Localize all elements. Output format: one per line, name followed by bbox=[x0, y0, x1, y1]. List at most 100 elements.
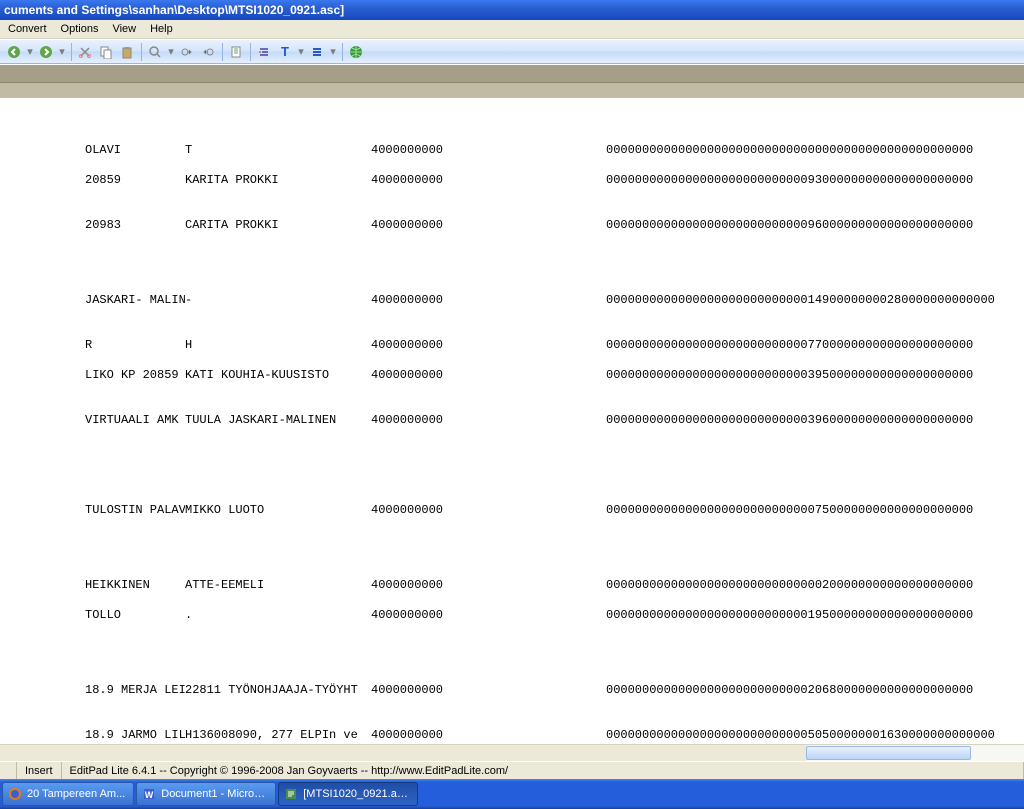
forward-icon[interactable] bbox=[36, 42, 56, 62]
cell-c3: 4000000000 bbox=[371, 683, 606, 698]
paragraph-dropdown-icon[interactable]: ▾ bbox=[328, 42, 338, 62]
text-line bbox=[0, 308, 1024, 323]
text-line bbox=[0, 713, 1024, 728]
text-dropdown-icon[interactable]: ▾ bbox=[296, 42, 306, 62]
window-titlebar: cuments and Settings\sanhan\Desktop\MTSI… bbox=[0, 0, 1024, 20]
highlighted-row[interactable]: MANNI EEVAERASMUS40000000000000000000000… bbox=[0, 83, 1024, 98]
cell-c1: OLAVI bbox=[0, 143, 185, 158]
cell-c2: 22811 TYÖNOHJAAJA-TYÖYHT bbox=[185, 683, 371, 698]
text-editor-area[interactable]: OLAVIT4000000000000000000000000000000000… bbox=[0, 98, 1024, 744]
text-line bbox=[0, 353, 1024, 368]
toolbar: ▾ ▾ ▾ T ▾ ▾ bbox=[0, 39, 1024, 64]
cut-icon[interactable] bbox=[75, 42, 95, 62]
status-mode: Insert bbox=[17, 762, 62, 780]
text-line bbox=[0, 233, 1024, 248]
text-line: LIKO KP 20859KATI KOUHIA-KUUSISTO4000000… bbox=[0, 368, 1024, 383]
tab-bar bbox=[0, 64, 1024, 83]
cell-c3: 4000000000 bbox=[371, 413, 606, 428]
cell-c2: MIKKO LUOTO bbox=[185, 503, 371, 518]
scrollbar-track[interactable] bbox=[806, 745, 1024, 761]
cell-c3: 4000000000 bbox=[371, 293, 606, 308]
text-line bbox=[0, 458, 1024, 473]
text-tool-icon[interactable]: T bbox=[275, 42, 295, 62]
cell-c1: TOLLO bbox=[0, 608, 185, 623]
find-prev-icon[interactable] bbox=[177, 42, 197, 62]
taskbar-item-1[interactable]: 20 Tampereen Am... bbox=[2, 782, 134, 806]
cell-c1: JASKARI- MALINEN bbox=[0, 293, 185, 308]
cell-c1: 18.9 JARMO LILJA, HEINO bbox=[0, 728, 185, 743]
cell-c3: 4000000000 bbox=[371, 503, 606, 518]
cell-c4: 0000000000000000000000000000960000000000… bbox=[606, 218, 973, 233]
cell-c2: - bbox=[185, 293, 371, 308]
forward-dropdown-icon[interactable]: ▾ bbox=[57, 42, 67, 62]
back-dropdown-icon[interactable]: ▾ bbox=[25, 42, 35, 62]
text-line bbox=[0, 323, 1024, 338]
status-info: EditPad Lite 6.4.1 -- Copyright © 1996-2… bbox=[62, 762, 1024, 780]
cell-c1: 18.9 MERJA LEINONEN bbox=[0, 683, 185, 698]
text-line: 18.9 JARMO LILJA, HEINOH136008090, 277 E… bbox=[0, 728, 1024, 743]
copy-icon[interactable] bbox=[96, 42, 116, 62]
cell-c1: VIRTUAALI AMK ESR-HANKES bbox=[0, 413, 185, 428]
paragraph-icon[interactable] bbox=[307, 42, 327, 62]
menu-bar: Convert Options View Help bbox=[0, 20, 1024, 39]
web-icon[interactable] bbox=[346, 42, 366, 62]
text-line bbox=[0, 248, 1024, 263]
text-line bbox=[0, 488, 1024, 503]
cell-c4: 0000000000000000000000000000770000000000… bbox=[606, 338, 973, 353]
text-line bbox=[0, 113, 1024, 128]
text-line bbox=[0, 263, 1024, 278]
text-line: OLAVIT4000000000000000000000000000000000… bbox=[0, 143, 1024, 158]
menu-convert[interactable]: Convert bbox=[2, 22, 55, 36]
cell-c1: 20859 bbox=[0, 173, 185, 188]
text-line bbox=[0, 533, 1024, 548]
menu-view[interactable]: View bbox=[106, 22, 144, 36]
horizontal-scrollbar[interactable] bbox=[0, 744, 1024, 761]
cell-c4: 0000000000000000000000000000195000000000… bbox=[606, 608, 973, 623]
cell-c4: 0000000000000000000000000000149000000002… bbox=[606, 293, 995, 308]
cell-c3: 4000000000 bbox=[371, 218, 606, 233]
taskbar-label: 20 Tampereen Am... bbox=[27, 788, 125, 800]
cell-c4: 0000000000000000000000000000075000000000… bbox=[606, 503, 973, 518]
cell-c3: 4000000000 bbox=[371, 338, 606, 353]
cell-c1: TULOSTIN PALAVERI bbox=[0, 503, 185, 518]
taskbar-label: Document1 - Microsof... bbox=[161, 788, 267, 800]
text-line bbox=[0, 98, 1024, 113]
cell-c3: 4000000000 bbox=[371, 608, 606, 623]
paste-icon[interactable] bbox=[117, 42, 137, 62]
text-line bbox=[0, 398, 1024, 413]
word-icon: W bbox=[141, 786, 157, 802]
cell-c2: CARITA PROKKI bbox=[185, 218, 371, 233]
bookmark-icon[interactable] bbox=[226, 42, 246, 62]
text-line bbox=[0, 623, 1024, 638]
menu-options[interactable]: Options bbox=[55, 22, 107, 36]
cell-c3: 4000000000 bbox=[371, 173, 606, 188]
text-line: HEIKKINENATTE-EEMELI40000000000000000000… bbox=[0, 578, 1024, 593]
cell-c3: 4000000000 bbox=[371, 143, 606, 158]
taskbar-item-2[interactable]: W Document1 - Microsof... bbox=[136, 782, 276, 806]
cell-c2: KARITA PROKKI bbox=[185, 173, 371, 188]
text-line: TULOSTIN PALAVERIMIKKO LUOTO400000000000… bbox=[0, 503, 1024, 518]
cell-c4: 0000000000000000000000000000395000000000… bbox=[606, 368, 973, 383]
text-line bbox=[0, 188, 1024, 203]
text-line bbox=[0, 518, 1024, 533]
text-line bbox=[0, 443, 1024, 458]
text-line: TOLLO.4000000000000000000000000000000000… bbox=[0, 608, 1024, 623]
text-line bbox=[0, 203, 1024, 218]
cell-c2: H136008090, 277 ELPIn ve bbox=[185, 728, 371, 743]
text-line bbox=[0, 548, 1024, 563]
text-line bbox=[0, 158, 1024, 173]
scrollbar-thumb[interactable] bbox=[806, 746, 971, 760]
taskbar-item-3[interactable]: [MTSI1020_0921.asc... bbox=[278, 782, 418, 806]
search-icon[interactable] bbox=[145, 42, 165, 62]
cell-c4: 0000000000000000000000000000206800000000… bbox=[606, 683, 973, 698]
back-icon[interactable] bbox=[4, 42, 24, 62]
cell-c4: 0000000000000000000000000000000000000000… bbox=[606, 143, 973, 158]
indent-icon[interactable] bbox=[254, 42, 274, 62]
search-dropdown-icon[interactable]: ▾ bbox=[166, 42, 176, 62]
find-next-icon[interactable] bbox=[198, 42, 218, 62]
menu-help[interactable]: Help bbox=[144, 22, 181, 36]
window-title: cuments and Settings\sanhan\Desktop\MTSI… bbox=[4, 3, 344, 17]
cell-c1: R bbox=[0, 338, 185, 353]
text-line: JASKARI- MALINEN-40000000000000000000000… bbox=[0, 293, 1024, 308]
text-line bbox=[0, 278, 1024, 293]
